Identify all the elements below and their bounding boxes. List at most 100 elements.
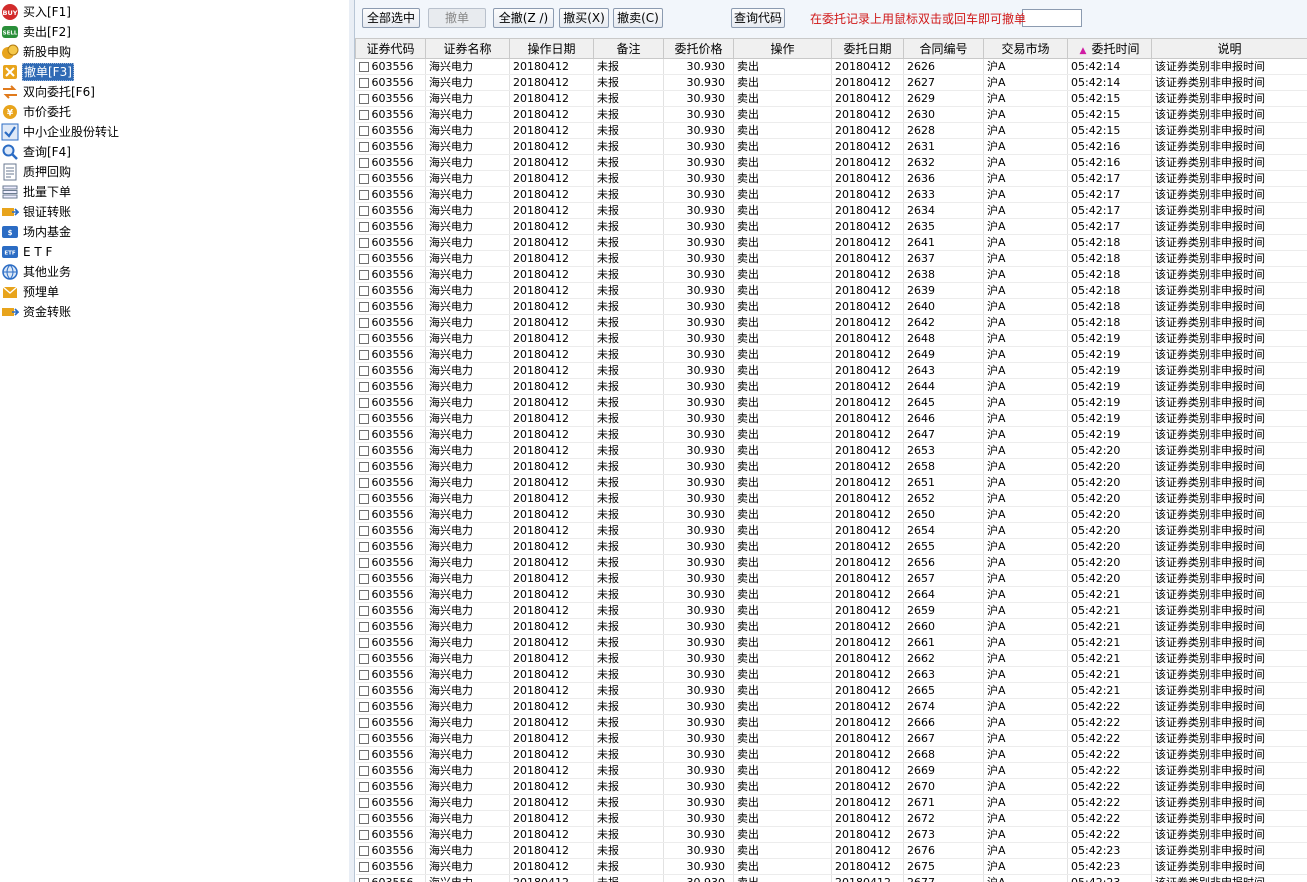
sidebar-item-0[interactable]: BUY 买入[F1] (0, 2, 72, 22)
row-checkbox[interactable] (358, 734, 369, 744)
row-checkbox[interactable] (358, 462, 369, 472)
column-header-3[interactable]: 备注 (593, 38, 664, 59)
select-all-button[interactable]: 全部选中 (362, 8, 420, 28)
sidebar-item-8[interactable]: 质押回购 (0, 162, 72, 182)
table-row[interactable]: 603556 海兴电力 20180412 未报 30.930 卖出 20180412 2640… (355, 298, 1307, 315)
table-row[interactable]: 603556 海兴电力 20180412 未报 30.930 卖出 20180412 2660… (355, 618, 1307, 635)
column-header-6[interactable]: 委托日期 (831, 38, 904, 59)
row-checkbox[interactable] (358, 62, 369, 72)
row-checkbox[interactable] (358, 830, 369, 840)
table-row[interactable]: 603556 海兴电力 20180412 未报 30.930 卖出 20180412 2649… (355, 346, 1307, 363)
table-row[interactable]: 603556 海兴电力 20180412 未报 30.930 卖出 20180412 2657… (355, 570, 1307, 587)
row-checkbox[interactable] (358, 142, 369, 152)
table-row[interactable]: 603556 海兴电力 20180412 未报 30.930 卖出 20180412 2632… (355, 154, 1307, 171)
table-row[interactable]: 603556 海兴电力 20180412 未报 30.930 卖出 20180412 2633… (355, 186, 1307, 203)
table-row[interactable]: 603556 海兴电力 20180412 未报 30.930 卖出 20180412 2673… (355, 826, 1307, 843)
table-row[interactable]: 603556 海兴电力 20180412 未报 30.930 卖出 20180412 2668… (355, 746, 1307, 763)
column-header-0[interactable]: 证券代码 (355, 38, 426, 59)
row-checkbox[interactable] (358, 638, 369, 648)
row-checkbox[interactable] (358, 430, 369, 440)
table-row[interactable]: 603556 海兴电力 20180412 未报 30.930 卖出 20180412 2669… (355, 762, 1307, 779)
table-row[interactable]: 603556 海兴电力 20180412 未报 30.930 卖出 20180412 2671… (355, 794, 1307, 811)
table-row[interactable]: 603556 海兴电力 20180412 未报 30.930 卖出 20180412 2642… (355, 314, 1307, 331)
row-checkbox[interactable] (358, 110, 369, 120)
table-row[interactable]: 603556 海兴电力 20180412 未报 30.930 卖出 20180412 2628… (355, 122, 1307, 139)
row-checkbox[interactable] (358, 766, 369, 776)
row-checkbox[interactable] (358, 302, 369, 312)
row-checkbox[interactable] (358, 622, 369, 632)
sidebar-item-6[interactable]: 中小企业股份转让 (0, 122, 120, 142)
row-checkbox[interactable] (358, 558, 369, 568)
row-checkbox[interactable] (358, 846, 369, 856)
cancel-sell-button[interactable]: 撤卖(C) (613, 8, 663, 28)
cancel-order-button[interactable]: 撤单 (428, 8, 486, 28)
table-row[interactable]: 603556 海兴电力 20180412 未报 30.930 卖出 20180412 2650… (355, 506, 1307, 523)
table-row[interactable]: 603556 海兴电力 20180412 未报 30.930 卖出 20180412 2646… (355, 410, 1307, 427)
sidebar-item-3[interactable]: 撤单[F3] (0, 62, 74, 82)
table-row[interactable]: 603556 海兴电力 20180412 未报 30.930 卖出 20180412 2644… (355, 378, 1307, 395)
row-checkbox[interactable] (358, 702, 369, 712)
table-row[interactable]: 603556 海兴电力 20180412 未报 30.930 卖出 20180412 2667… (355, 730, 1307, 747)
column-header-1[interactable]: 证券名称 (425, 38, 510, 59)
row-checkbox[interactable] (358, 286, 369, 296)
row-checkbox[interactable] (358, 382, 369, 392)
row-checkbox[interactable] (358, 670, 369, 680)
row-checkbox[interactable] (358, 174, 369, 184)
table-row[interactable]: 603556 海兴电力 20180412 未报 30.930 卖出 20180412 2653… (355, 442, 1307, 459)
table-row[interactable]: 603556 海兴电力 20180412 未报 30.930 卖出 20180412 2648… (355, 330, 1307, 347)
row-checkbox[interactable] (358, 414, 369, 424)
row-checkbox[interactable] (358, 222, 369, 232)
table-row[interactable]: 603556 海兴电力 20180412 未报 30.930 卖出 20180412 2638… (355, 266, 1307, 283)
row-checkbox[interactable] (358, 318, 369, 328)
row-checkbox[interactable] (358, 94, 369, 104)
table-row[interactable]: 603556 海兴电力 20180412 未报 30.930 卖出 20180412 2652… (355, 490, 1307, 507)
table-row[interactable]: 603556 海兴电力 20180412 未报 30.930 卖出 20180412 2643… (355, 362, 1307, 379)
column-header-8[interactable]: 交易市场 (983, 38, 1068, 59)
table-row[interactable]: 603556 海兴电力 20180412 未报 30.930 卖出 20180412 2651… (355, 474, 1307, 491)
sidebar-item-14[interactable]: 预埋单 (0, 282, 60, 302)
stock-code-input[interactable] (1022, 9, 1082, 27)
table-row[interactable]: 603556 海兴电力 20180412 未报 30.930 卖出 20180412 2627… (355, 74, 1307, 91)
row-checkbox[interactable] (358, 798, 369, 808)
row-checkbox[interactable] (358, 366, 369, 376)
table-row[interactable]: 603556 海兴电力 20180412 未报 30.930 卖出 20180412 2677… (355, 874, 1307, 882)
sidebar-item-13[interactable]: 其他业务 (0, 262, 72, 282)
table-row[interactable]: 603556 海兴电力 20180412 未报 30.930 卖出 20180412 2647… (355, 426, 1307, 443)
row-checkbox[interactable] (358, 206, 369, 216)
table-row[interactable]: 603556 海兴电力 20180412 未报 30.930 卖出 20180412 2636… (355, 170, 1307, 187)
table-row[interactable]: 603556 海兴电力 20180412 未报 30.930 卖出 20180412 2631… (355, 138, 1307, 155)
column-header-4[interactable]: 委托价格 (663, 38, 734, 59)
sidebar-item-1[interactable]: SELL 卖出[F2] (0, 22, 72, 42)
column-header-9[interactable]: ▲ 委托时间 (1067, 38, 1152, 59)
sidebar-item-10[interactable]: 银证转账 (0, 202, 72, 222)
row-checkbox[interactable] (358, 126, 369, 136)
row-checkbox[interactable] (358, 686, 369, 696)
table-row[interactable]: 603556 海兴电力 20180412 未报 30.930 卖出 20180412 2665… (355, 682, 1307, 699)
row-checkbox[interactable] (358, 158, 369, 168)
table-row[interactable]: 603556 海兴电力 20180412 未报 30.930 卖出 20180412 2664… (355, 586, 1307, 603)
cancel-buy-button[interactable]: 撤买(X) (559, 8, 609, 28)
sidebar-item-11[interactable]: $ 场内基金 (0, 222, 72, 242)
column-header-7[interactable]: 合同编号 (903, 38, 984, 59)
table-row[interactable]: 603556 海兴电力 20180412 未报 30.930 卖出 20180412 2658… (355, 458, 1307, 475)
table-row[interactable]: 603556 海兴电力 20180412 未报 30.930 卖出 20180412 2662… (355, 650, 1307, 667)
row-checkbox[interactable] (358, 878, 369, 882)
table-row[interactable]: 603556 海兴电力 20180412 未报 30.930 卖出 20180412 2675… (355, 858, 1307, 875)
row-checkbox[interactable] (358, 190, 369, 200)
table-row[interactable]: 603556 海兴电力 20180412 未报 30.930 卖出 20180412 2630… (355, 106, 1307, 123)
row-checkbox[interactable] (358, 606, 369, 616)
table-row[interactable]: 603556 海兴电力 20180412 未报 30.930 卖出 20180412 2666… (355, 714, 1307, 731)
sidebar-item-12[interactable]: ETF E T F (0, 242, 53, 262)
row-checkbox[interactable] (358, 446, 369, 456)
row-checkbox[interactable] (358, 494, 369, 504)
table-row[interactable]: 603556 海兴电力 20180412 未报 30.930 卖出 20180412 2629… (355, 90, 1307, 107)
row-checkbox[interactable] (358, 78, 369, 88)
table-row[interactable]: 603556 海兴电力 20180412 未报 30.930 卖出 20180412 2670… (355, 778, 1307, 795)
sidebar-item-9[interactable]: 批量下单 (0, 182, 72, 202)
row-checkbox[interactable] (358, 238, 369, 248)
row-checkbox[interactable] (358, 750, 369, 760)
sidebar-item-7[interactable]: 查询[F4] (0, 142, 72, 162)
sidebar-item-2[interactable]: 新股申购 (0, 42, 72, 62)
table-row[interactable]: 603556 海兴电力 20180412 未报 30.930 卖出 20180412 2654… (355, 522, 1307, 539)
row-checkbox[interactable] (358, 270, 369, 280)
